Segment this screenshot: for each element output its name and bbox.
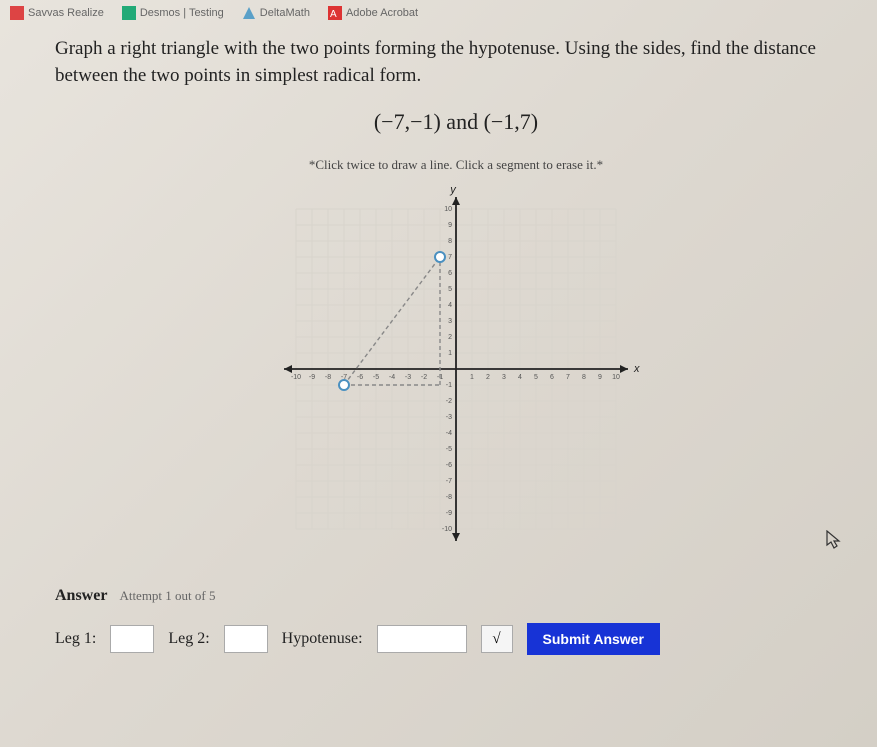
svg-text:-9: -9 [309,374,315,381]
svg-text:5: 5 [534,374,538,381]
svg-text:4: 4 [448,302,452,309]
svg-text:2: 2 [448,334,452,341]
svg-text:-3: -3 [446,414,452,421]
graph-hint: *Click twice to draw a line. Click a seg… [55,157,857,173]
bookmark-label: Adobe Acrobat [346,7,418,19]
sqrt-button[interactable]: √ [481,625,513,653]
svg-text:3: 3 [448,318,452,325]
answer-section: Answer Attempt 1 out of 5 Leg 1: Leg 2: … [55,587,857,655]
svg-text:-5: -5 [446,446,452,453]
svg-text:-2: -2 [446,398,452,405]
svg-text:10: 10 [612,374,620,381]
bookmark-label: DeltaMath [260,7,310,19]
question-text: Graph a right triangle with the two poin… [55,36,857,89]
svg-text:4: 4 [518,374,522,381]
bookmark-deltamath[interactable]: DeltaMath [242,6,310,20]
sqrt-icon: √ [492,631,500,648]
svg-text:-8: -8 [446,494,452,501]
acrobat-icon: A [328,6,342,20]
bookmark-acrobat[interactable]: A Adobe Acrobat [328,6,418,20]
realize-icon [10,6,24,20]
svg-text:-9: -9 [446,510,452,517]
bookmark-realize[interactable]: Savvas Realize [10,6,104,20]
svg-text:-1: -1 [446,382,452,389]
coordinate-graph[interactable]: -10 -9 -8 -7 -6 -5 -4 -3 -2 -1 1 2 3 4 5 6 7 8 9 10 -10 -9 -8 -… [266,179,646,559]
svg-text:-10: -10 [291,374,301,381]
svg-text:-7: -7 [446,478,452,485]
leg2-input[interactable] [224,625,268,653]
svg-text:-8: -8 [325,374,331,381]
svg-text:2: 2 [486,374,490,381]
leg2-label: Leg 2: [168,630,209,648]
svg-text:-6: -6 [357,374,363,381]
svg-text:1: 1 [470,374,474,381]
svg-text:7: 7 [448,254,452,261]
svg-text:10: 10 [444,206,452,213]
main-content: Graph a right triangle with the two poin… [0,26,877,655]
svg-text:6: 6 [550,374,554,381]
svg-text:-2: -2 [421,374,427,381]
attempt-count: Attempt 1 out of 5 [119,588,215,604]
svg-text:-3: -3 [405,374,411,381]
svg-text:-5: -5 [373,374,379,381]
hypotenuse-input[interactable] [377,625,467,653]
answer-label: Answer [55,587,107,605]
svg-text:-6: -6 [446,462,452,469]
bookmark-desmos[interactable]: Desmos | Testing [122,6,224,20]
svg-text:8: 8 [582,374,586,381]
svg-text:-4: -4 [389,374,395,381]
deltamath-icon [242,6,256,20]
svg-text:9: 9 [448,222,452,229]
svg-text:x: x [633,363,640,375]
given-points: (−7,−1) and (−1,7) [55,109,857,135]
hypotenuse-label: Hypotenuse: [282,630,363,648]
bookmark-label: Desmos | Testing [140,7,224,19]
svg-text:y: y [449,184,457,196]
svg-text:6: 6 [448,270,452,277]
svg-text:-10: -10 [442,526,452,533]
svg-text:1: 1 [448,350,452,357]
desmos-icon [122,6,136,20]
leg1-label: Leg 1: [55,630,96,648]
svg-text:9: 9 [598,374,602,381]
cursor-icon [826,530,842,555]
svg-text:5: 5 [448,286,452,293]
leg1-input[interactable] [110,625,154,653]
svg-text:3: 3 [502,374,506,381]
svg-text:8: 8 [448,238,452,245]
bookmarks-bar: Savvas Realize Desmos | Testing DeltaMat… [0,0,877,26]
svg-text:A: A [330,9,337,20]
submit-button[interactable]: Submit Answer [527,623,660,655]
bookmark-label: Savvas Realize [28,7,104,19]
svg-text:7: 7 [566,374,570,381]
svg-text:-4: -4 [446,430,452,437]
